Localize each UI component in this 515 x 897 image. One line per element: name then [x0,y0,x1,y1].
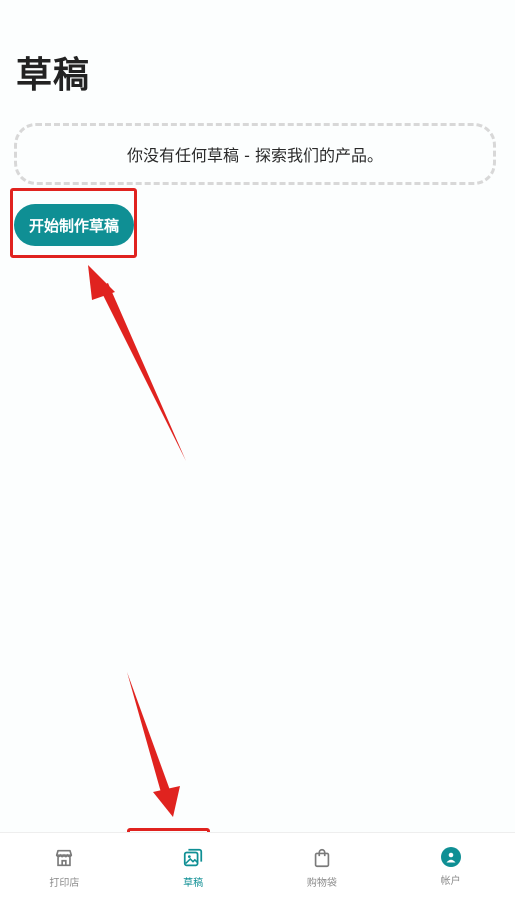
start-draft-button[interactable]: 开始制作草稿 [14,204,134,246]
tab-account-label: 帐户 [440,876,461,887]
annotation-arrow-up [99,283,186,461]
tab-print-shop[interactable]: 打印店 [0,833,129,897]
tab-drafts[interactable]: 草稿 [129,833,258,897]
empty-drafts-message: 你没有任何草稿 - 探索我们的产品。 [127,146,383,165]
annotation-arrow-down [127,672,171,796]
empty-drafts-notice: 你没有任何草稿 - 探索我们的产品。 [14,123,496,185]
bottom-tab-bar: 打印店 草稿 购物袋 帐户 [0,832,515,897]
tab-print-shop-label: 打印店 [49,878,80,889]
shopping-bag-icon [314,848,330,868]
annotation-arrow-up-head [88,265,115,300]
tab-account[interactable]: 帐户 [386,833,515,897]
tab-shopping-bag-label: 购物袋 [306,878,337,889]
annotation-arrow-down-head [153,786,180,817]
drafts-icon [184,848,203,867]
tab-drafts-label: 草稿 [183,878,204,889]
storefront-icon [56,849,73,867]
page-title: 草稿 [16,55,91,96]
account-icon [440,847,461,867]
tab-shopping-bag[interactable]: 购物袋 [258,833,387,897]
